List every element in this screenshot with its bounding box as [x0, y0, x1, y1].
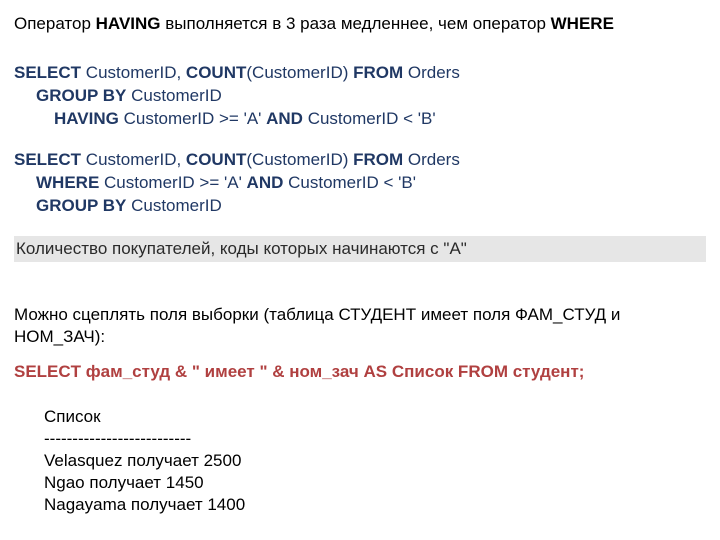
kw-select: SELECT [14, 63, 81, 82]
concat-description: Можно сцеплять поля выборки (таблица СТУ… [14, 304, 706, 348]
kw-groupby: GROUP BY [36, 86, 126, 105]
sql-line: SELECT CustomerID, COUNT(CustomerID) FRO… [14, 62, 706, 85]
heading-where: WHERE [551, 14, 614, 33]
sql-line: HAVING CustomerID >= 'A' AND CustomerID … [14, 108, 706, 131]
sql-text: CustomerID >= 'A' [99, 173, 246, 192]
highlight-bar: Количество покупателей, коды которых нач… [14, 236, 706, 262]
heading: Оператор HAVING выполняется в 3 раза мед… [14, 14, 706, 34]
kw-groupby: GROUP BY [36, 196, 126, 215]
sql-text: CustomerID, [81, 63, 186, 82]
sql-text: CustomerID >= 'A' [119, 109, 266, 128]
sql-text: CustomerID, [81, 150, 186, 169]
sql-text: (CustomerID) [246, 150, 353, 169]
sql-text: CustomerID [126, 86, 221, 105]
result-block: Список -------------------------- Velasq… [44, 406, 706, 516]
result-divider: -------------------------- [44, 428, 706, 450]
kw-from: FROM [353, 63, 403, 82]
kw-and: AND [266, 109, 303, 128]
concat-sql: SELECT фам_студ & " имеет " & ном_зач AS… [14, 362, 706, 382]
sql-line: GROUP BY CustomerID [14, 195, 706, 218]
kw-count: COUNT [186, 150, 246, 169]
sql-text: CustomerID [126, 196, 221, 215]
sql-block-having: SELECT CustomerID, COUNT(CustomerID) FRO… [14, 62, 706, 131]
kw-from: FROM [353, 150, 403, 169]
kw-count: COUNT [186, 63, 246, 82]
sql-line: SELECT CustomerID, COUNT(CustomerID) FRO… [14, 149, 706, 172]
sql-text: Orders [403, 63, 460, 82]
kw-and: AND [247, 173, 284, 192]
kw-select: SELECT [14, 150, 81, 169]
highlight-text: Количество покупателей, коды которых нач… [16, 239, 467, 258]
sql-text: CustomerID < 'B' [303, 109, 436, 128]
result-row: Velasquez получает 2500 [44, 450, 706, 472]
sql-line: GROUP BY CustomerID [14, 85, 706, 108]
result-row: Ngao получает 1450 [44, 472, 706, 494]
kw-having: HAVING [54, 109, 119, 128]
sql-line: WHERE CustomerID >= 'A' AND CustomerID <… [14, 172, 706, 195]
sql-text: (CustomerID) [246, 63, 353, 82]
result-header: Список [44, 406, 706, 428]
kw-where: WHERE [36, 173, 99, 192]
heading-mid: выполняется в 3 раза медленнее, чем опер… [161, 14, 551, 33]
sql-text: CustomerID < 'B' [283, 173, 416, 192]
sql-block-where: SELECT CustomerID, COUNT(CustomerID) FRO… [14, 149, 706, 218]
heading-having: HAVING [96, 14, 161, 33]
heading-pre: Оператор [14, 14, 96, 33]
sql-text: Orders [403, 150, 460, 169]
result-row: Nagayama получает 1400 [44, 494, 706, 516]
